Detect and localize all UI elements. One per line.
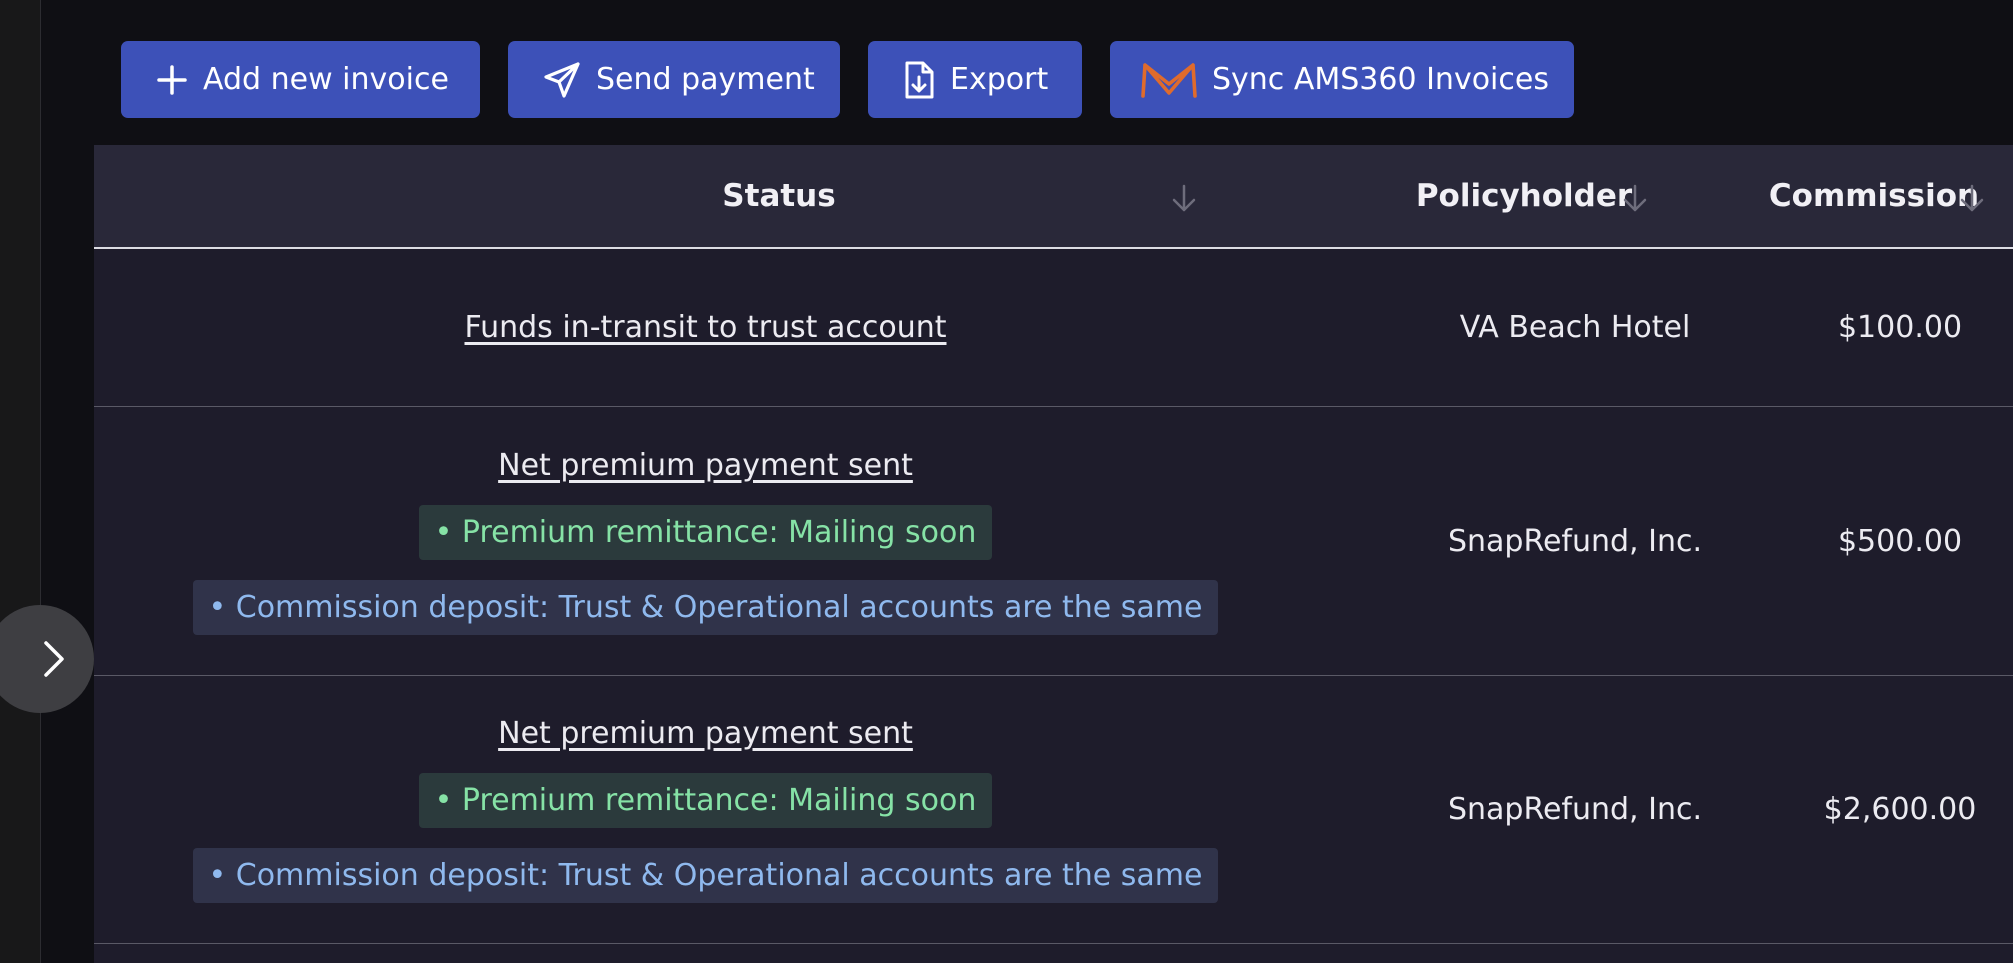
ams360-logo-icon [1140,60,1198,100]
column-header-label: Policyholder [1415,178,1633,214]
premium-remittance-badge: • Premium remittance: Mailing soon [418,773,993,828]
table-header: Status Policyholder Commission [94,145,2013,249]
sync-ams360-invoices-label: Sync AMS360 Invoices [1212,62,1549,97]
table-row[interactable]: Net premium payment sent • Premium remit… [94,676,2013,944]
column-header-label: Commission [1768,178,1980,214]
sidebar-expand-button[interactable] [0,605,94,713]
commission-deposit-badge: • Commission deposit: Trust & Operationa… [192,848,1219,903]
premium-remittance-badge: • Premium remittance: Mailing soon [418,504,993,560]
export-button[interactable]: Export [868,41,1082,118]
plus-icon [155,63,189,97]
column-header-policyholder[interactable]: Policyholder [1314,145,1734,247]
send-payment-label: Send payment [596,62,815,97]
commission-cell: $500.00 [1837,523,1963,559]
column-header-status[interactable]: Status [594,145,964,247]
left-sidebar-strip [0,0,41,963]
commission-deposit-badge: • Commission deposit: Trust & Operationa… [192,579,1219,635]
column-header-label: Status [722,178,836,214]
arrow-down-icon[interactable] [1957,183,1987,217]
status-cell: Net premium payment sent • Premium remit… [94,407,1317,675]
invoices-table: Status Policyholder Commission Funds in-… [94,145,2013,963]
send-payment-button[interactable]: Send payment [508,41,840,118]
commission-cell: $100.00 [1837,310,1963,345]
arrow-down-icon[interactable] [1169,183,1199,217]
status-cell: Net premium payment sent • Premium remit… [94,676,1317,943]
file-download-icon [902,60,936,100]
sync-ams360-invoices-button[interactable]: Sync AMS360 Invoices [1110,41,1574,118]
export-label: Export [950,62,1049,97]
policyholder-name: SnapRefund, Inc. [1447,792,1703,827]
commission-cell: $2,600.00 [1823,792,1977,827]
add-new-invoice-label: Add new invoice [203,62,449,97]
paper-plane-icon [542,60,582,100]
toolbar: Add new invoice Send payment Export Sync… [121,41,1574,118]
table-row[interactable]: Net premium payment sent • Premium remit… [94,407,2013,676]
status-link[interactable]: Funds in-transit to trust account [465,310,947,345]
policyholder-cell: SnapRefund, Inc. [1317,676,1787,943]
chevron-right-icon [44,641,64,677]
policyholder-name: VA Beach Hotel [1459,310,1691,345]
policyholder-cell: SnapRefund, Inc. [1317,407,1787,675]
table-row[interactable]: Funds in-transit to trust account VA Bea… [94,249,2013,407]
status-cell: Funds in-transit to trust account [94,249,1317,406]
arrow-down-icon[interactable] [1620,183,1650,217]
policyholder-name: SnapRefund, Inc. [1447,523,1703,559]
policyholder-cell: VA Beach Hotel [1317,249,1787,406]
status-link[interactable]: Net premium payment sent [498,448,913,483]
add-new-invoice-button[interactable]: Add new invoice [121,41,480,118]
status-link[interactable]: Net premium payment sent [498,716,913,751]
